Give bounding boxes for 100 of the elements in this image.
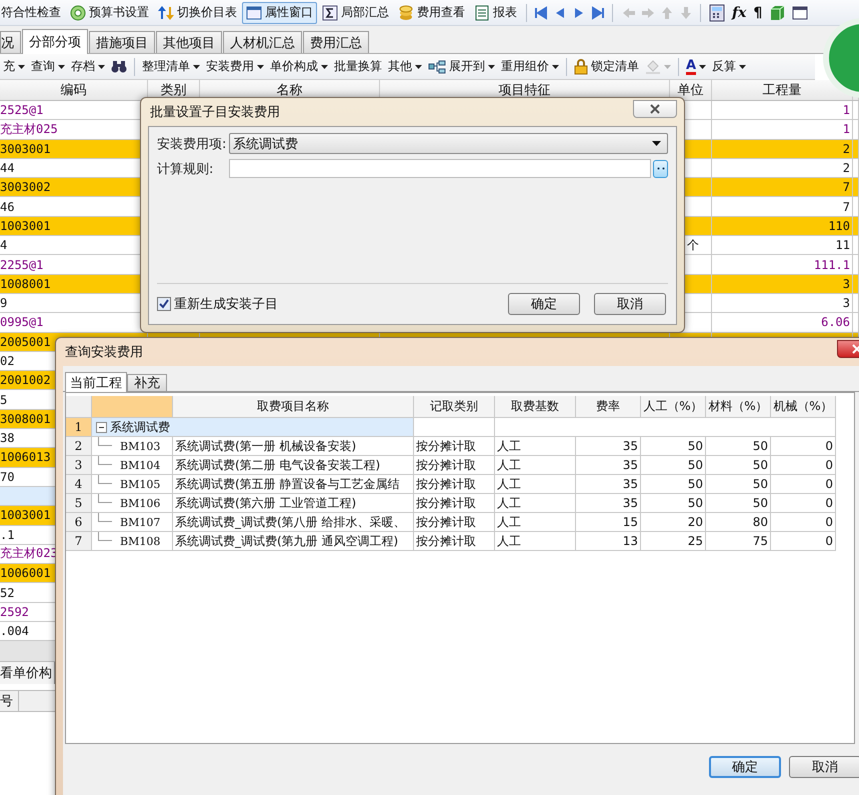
tree-row[interactable]: 7 BM108 系统调试费_调试费(第九册 通风空调工程) 按分摊计取 人工 13 25 75 0 (66, 532, 854, 551)
rate-cell: 35 (622, 458, 638, 472)
toolbar-button[interactable]: 切换价目表 (154, 2, 241, 24)
menu-button[interactable]: 锁定清单 (571, 56, 642, 78)
close-icon (650, 104, 660, 114)
close-button[interactable] (633, 100, 677, 118)
tab[interactable]: 费用汇总 (303, 31, 369, 53)
row-number: 4 (66, 475, 92, 494)
tree-row[interactable]: 4 BM105 系统调试费(第五册 静置设备与工艺金属结 按分摊计取 人工 35 50 50 0 (66, 475, 854, 494)
code-cell: BM105 (120, 478, 160, 490)
menu-button[interactable]: 反算 (709, 56, 750, 78)
paragraph-button[interactable]: ¶ (750, 4, 766, 20)
menu-button[interactable]: 存档 (68, 56, 108, 78)
tree-row[interactable]: 6 BM107 系统调试费_调试费(第八册 给排水、采暖、 按分摊计取 人工 15 20 80 0 (66, 513, 854, 532)
cube-icon[interactable] (769, 4, 786, 20)
code-cell: 3003002 (0, 180, 51, 194)
rate-cell: 35 (622, 439, 638, 453)
menu-button[interactable]: 安装费用 (203, 56, 267, 78)
menu-button[interactable]: 查询 (28, 56, 68, 78)
collapse-toggle[interactable] (96, 422, 107, 432)
tab[interactable]: 分部分项 (22, 29, 88, 54)
paint-bucket-icon (645, 60, 661, 74)
column-header: 人工（%） (641, 396, 706, 418)
row-number: 3 (66, 456, 92, 475)
code-cell: 1006001 (0, 566, 51, 580)
menu-button[interactable]: 充 (0, 56, 28, 78)
code-cell: .004 (0, 624, 29, 638)
machine-cell: 0 (825, 496, 833, 510)
category-cell: 按分摊计取 (416, 532, 476, 550)
machine-cell: 0 (825, 458, 833, 472)
toolbar-button[interactable]: 属性窗口 (242, 2, 317, 24)
menu-button[interactable]: 整理清单 (139, 56, 203, 78)
name-cell: 系统调试费(第一册 机械设备安装) (175, 438, 356, 454)
tab[interactable]: 措施项目 (89, 31, 155, 53)
name-cell: 系统调试费(第二册 电气设备安装工程) (175, 456, 380, 474)
quantity-cell: 2 (842, 142, 850, 156)
labor-cell: 25 (688, 534, 703, 548)
code-cell: 70 (0, 470, 14, 484)
code-cell: 1003001 (0, 508, 51, 522)
dialog-title: 查询安装费用 (65, 344, 143, 361)
quantity-cell: 3 (842, 296, 850, 310)
name-cell: 系统调试费(第六册 工业管道工程) (175, 494, 356, 512)
tab[interactable]: 补充 (127, 374, 167, 391)
arrow-left-icon (622, 6, 636, 20)
menu-button[interactable]: 批量换算 (331, 56, 385, 78)
code-cell: 2005001 (0, 334, 51, 349)
field-label: 安装费用项: (157, 136, 228, 152)
code-cell: BM104 (120, 458, 160, 472)
tab[interactable]: 当前工程 (65, 372, 127, 392)
font-color-button[interactable]: A (683, 56, 710, 78)
menu-button[interactable]: 重用组价 (498, 56, 562, 78)
close-icon (852, 344, 859, 354)
tab[interactable]: 看单价构 (0, 662, 55, 684)
tree-row[interactable]: 5 BM106 系统调试费(第六册 工业管道工程) 按分摊计取 人工 35 50 50 0 (66, 494, 854, 513)
column-header: 机械（%） (771, 396, 836, 418)
browse-button[interactable] (653, 160, 668, 178)
caret-icon (257, 64, 264, 68)
function-button[interactable]: fx (729, 4, 750, 20)
name-cell: 系统调试费(第五册 静置设备与工艺金属结 (175, 476, 400, 492)
code-cell: 1006013 (0, 450, 51, 464)
rule-input[interactable] (229, 159, 651, 178)
scrollbar-track[interactable] (0, 641, 56, 662)
field-label: 计算规则: (157, 160, 214, 178)
ok-button[interactable]: 确定 (508, 293, 580, 315)
tree-row[interactable]: 3 BM104 系统调试费(第二册 电气设备安装工程) 按分摊计取 人工 35 50 50 0 (66, 456, 854, 475)
arrow-up-icon (660, 6, 674, 20)
toolbar-button[interactable]: 报表 (470, 2, 521, 24)
code-cell: 9 (0, 296, 8, 310)
menu-button[interactable]: 单价构成 (267, 56, 331, 78)
tab[interactable]: 其他项目 (156, 31, 222, 53)
ok-button[interactable]: 确定 (709, 756, 781, 778)
toolbar-button[interactable]: 符合性检查 (0, 2, 65, 24)
calculator-icon[interactable] (709, 4, 725, 22)
sigma-icon (322, 4, 338, 20)
cancel-button[interactable]: 取消 (789, 756, 859, 778)
code-cell: 充主材025 (0, 120, 58, 138)
toolbar-button[interactable]: 预算书设置 (66, 2, 153, 24)
material-cell: 50 (752, 439, 768, 453)
code-cell: 1003001 (0, 218, 51, 233)
category-cell: 按分摊计取 (416, 494, 476, 512)
caret-icon (18, 64, 25, 68)
code-cell: 2525@1 (0, 103, 44, 118)
checkbox[interactable] (157, 297, 171, 311)
skip-last-icon (591, 6, 605, 20)
tree-row[interactable]: 1 系统调试费 (66, 418, 854, 437)
menu-button[interactable]: 展开到 (425, 56, 498, 78)
quantity-cell: 110 (828, 218, 850, 233)
menu-button[interactable]: 其他 (385, 56, 425, 78)
fee-item-select[interactable]: 系统调试费 (229, 133, 668, 154)
skip-first-icon (534, 6, 548, 20)
tab[interactable]: 况 (0, 31, 21, 53)
toolbar-button[interactable]: 局部汇总 (318, 2, 393, 24)
name-cell: 系统调试费_调试费(第八册 给排水、采暖、 (175, 514, 406, 530)
unit-cell: 个 (687, 236, 699, 254)
name-cell: 系统调试费_调试费(第九册 通风空调工程) (175, 532, 398, 550)
tab[interactable]: 人材机汇总 (223, 31, 302, 53)
toolbar-button[interactable]: 费用查看 (394, 2, 469, 24)
cancel-button[interactable]: 取消 (594, 293, 666, 315)
tree-row[interactable]: 2 BM103 系统调试费(第一册 机械设备安装) 按分摊计取 人工 35 50 50 0 (66, 437, 854, 456)
window-icon[interactable] (792, 4, 808, 20)
